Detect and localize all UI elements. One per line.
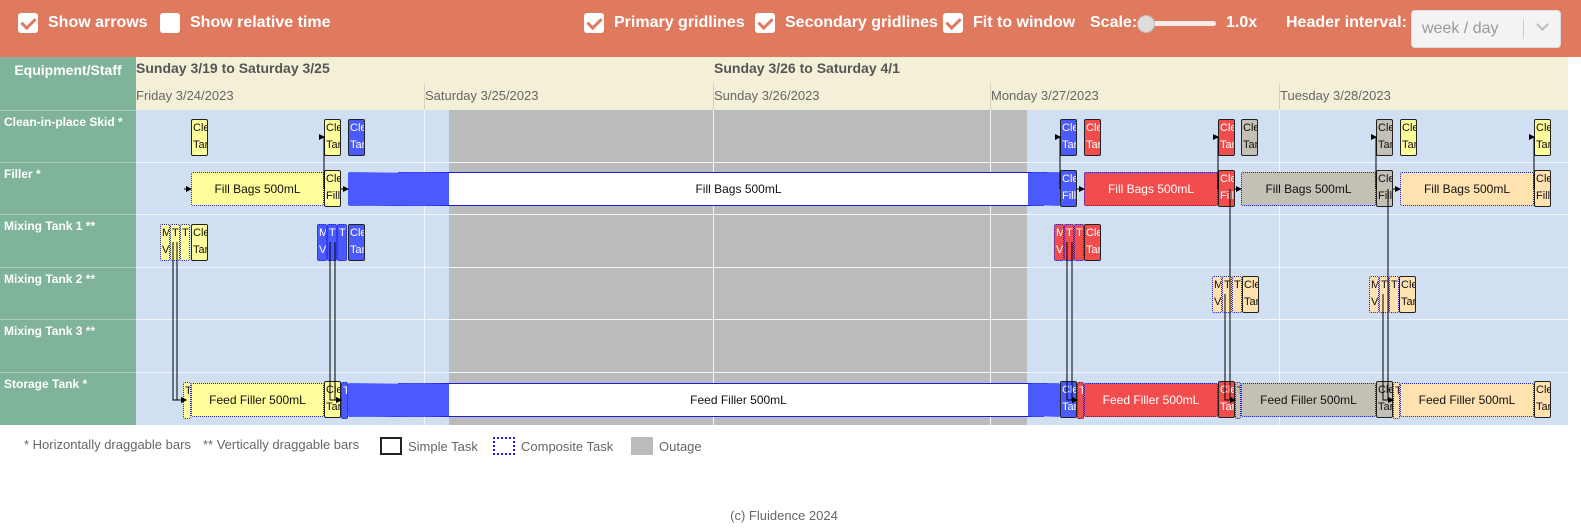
header-interval-label: Header interval:: [1286, 14, 1407, 31]
resource-row: Clean-in-place Skid *: [0, 110, 136, 162]
show-relative-time-label: Show relative time: [190, 14, 331, 31]
dependency-arrow: [334, 242, 342, 403]
show-arrows-checkbox[interactable]: [18, 13, 38, 33]
chevron-down-icon[interactable]: [1536, 18, 1549, 31]
secondary-gridlines-checkbox[interactable]: [755, 13, 775, 33]
resource-column: Equipment/Staff Clean-in-place Skid * Fi…: [0, 57, 136, 425]
day-label: Monday 3/27/2023: [991, 88, 1099, 103]
gantt-chart: Equipment/Staff Clean-in-place Skid * Fi…: [0, 57, 1568, 425]
simple-task-swatch: [380, 437, 402, 455]
secondary-gridlines-label: Secondary gridlines: [785, 14, 938, 31]
legend-composite-label: Composite Task: [521, 438, 614, 454]
footer-copyright: (c) Fluidence 2024: [730, 508, 838, 523]
header-interval-select[interactable]: week / day: [1411, 10, 1561, 48]
legend-outage: Outage: [631, 437, 702, 455]
resource-row: Mixing Tank 1 **: [0, 214, 136, 266]
legend-simple-label: Simple Task: [408, 438, 478, 454]
show-arrows-label: Show arrows: [48, 14, 148, 31]
day-label: Friday 3/24/2023: [136, 88, 234, 103]
resource-row: Storage Tank *: [0, 372, 136, 424]
timeline-header: Sunday 3/19 to Saturday 3/25 Sunday 3/26…: [136, 57, 1568, 110]
dependency-arrow: [1229, 189, 1236, 403]
resource-row: Mixing Tank 3 **: [0, 319, 136, 371]
fit-to-window-label: Fit to window: [973, 14, 1076, 31]
legend-outage-label: Outage: [659, 438, 702, 454]
scale-slider-thumb[interactable]: [1137, 15, 1155, 33]
secondary-gridlines-toggle[interactable]: Secondary gridlines: [755, 0, 938, 46]
primary-gridlines-label: Primary gridlines: [614, 14, 745, 31]
dependency-arrow: [172, 242, 187, 403]
day-label: Sunday 3/26/2023: [714, 88, 820, 103]
fit-to-window-checkbox[interactable]: [943, 13, 963, 33]
fit-to-window-toggle[interactable]: Fit to window: [943, 0, 1075, 46]
header-interval-value: week / day: [1422, 20, 1499, 37]
dependency-arrows: [172, 136, 1537, 403]
composite-task-swatch: [493, 437, 515, 455]
resource-header: Equipment/Staff: [14, 62, 122, 78]
legend-simple-task: Simple Task: [380, 437, 478, 455]
primary-gridlines-toggle[interactable]: Primary gridlines: [584, 0, 745, 46]
dependency-arrow: [176, 242, 187, 403]
resource-row: Filler *: [0, 162, 136, 214]
toolbar: Show arrows Show relative time Primary g…: [0, 0, 1581, 57]
show-relative-time-checkbox[interactable]: [160, 13, 180, 33]
week-label: Sunday 3/19 to Saturday 3/25: [136, 60, 330, 76]
scale-value: 1.0x: [1226, 14, 1258, 31]
outage-swatch: [631, 437, 653, 455]
legend-horizontal: * Horizontally draggable bars: [24, 437, 191, 452]
legend-vertical: ** Vertically draggable bars: [203, 437, 360, 452]
resource-row: Mixing Tank 2 **: [0, 267, 136, 319]
day-label: Tuesday 3/28/2023: [1280, 88, 1391, 103]
select-separator: [1523, 19, 1524, 39]
scale-label: Scale:: [1090, 14, 1138, 31]
week-label: Sunday 3/26 to Saturday 4/1: [714, 60, 900, 76]
day-label: Saturday 3/25/2023: [425, 88, 539, 103]
show-arrows-toggle[interactable]: Show arrows: [18, 0, 148, 46]
show-relative-time-toggle[interactable]: Show relative time: [160, 0, 331, 46]
timeline-area: Clean Tank Clean Tank Clean Tank Clean T…: [136, 110, 1568, 425]
legend-composite-task: Composite Task: [493, 437, 613, 455]
primary-gridlines-checkbox[interactable]: [584, 13, 604, 33]
dependency-arrow: [1071, 242, 1078, 403]
dependency-arrow: [1387, 189, 1394, 403]
